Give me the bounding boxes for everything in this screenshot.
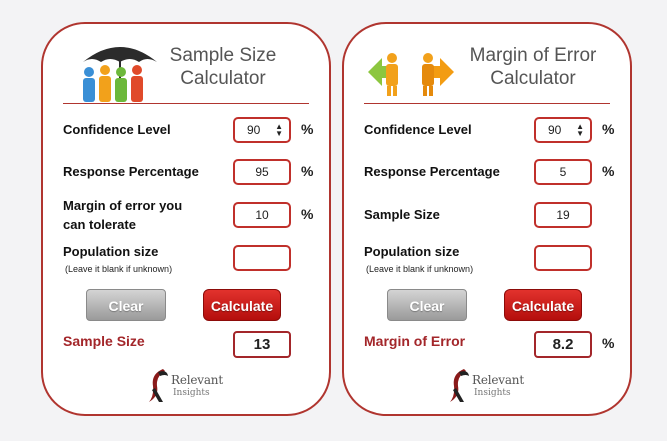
percent-sign: %: [301, 121, 314, 137]
title-line1: Sample Size: [169, 45, 277, 66]
relevant-insights-logo: Relevant Insights: [444, 366, 544, 406]
divider: [63, 103, 309, 104]
confidence-level-value: 90: [548, 123, 562, 137]
sample-size-input[interactable]: [534, 202, 592, 228]
logo-subtext: Insights: [173, 388, 210, 398]
logo-text: Relevant: [171, 373, 223, 387]
logo-swoosh-icon: [149, 369, 168, 402]
percent-sign: %: [301, 206, 314, 222]
sample-size-title: Sample Size Calculator: [143, 44, 303, 90]
calculate-button[interactable]: Calculate: [504, 289, 582, 321]
logo-swoosh-icon: [450, 369, 469, 402]
title-line2: Calculator: [180, 68, 266, 89]
divider: [364, 103, 610, 104]
margin-of-error-label-line2: can tolerate: [63, 217, 136, 232]
sample-size-label: Sample Size: [364, 207, 440, 222]
stepper-arrows-icon: ▲ ▼: [275, 122, 283, 138]
sample-size-result-value: 13: [233, 331, 291, 358]
margin-of-error-header: Margin of Error Calculator: [344, 24, 630, 104]
stepper-arrows-icon: ▲ ▼: [576, 122, 584, 138]
margin-of-error-result-label: Margin of Error: [364, 333, 466, 349]
population-size-input[interactable]: [534, 245, 592, 271]
title-line1: Margin of Error: [469, 45, 597, 66]
percent-sign: %: [602, 335, 615, 351]
calculate-button[interactable]: Calculate: [203, 289, 281, 321]
arrows-person-icon: [368, 53, 454, 96]
population-size-input[interactable]: [233, 245, 291, 271]
margin-of-error-input[interactable]: [233, 202, 291, 228]
logo-text: Relevant: [472, 373, 524, 387]
population-size-label: Population size: [63, 244, 159, 259]
population-size-note: (Leave it blank if unknown): [366, 264, 474, 274]
margin-of-error-title: Margin of Error Calculator: [458, 44, 608, 90]
confidence-level-select[interactable]: 90 ▲ ▼: [534, 117, 592, 143]
percent-sign: %: [602, 121, 615, 137]
confidence-level-select[interactable]: 90 ▲ ▼: [233, 117, 291, 143]
sample-size-result-label: Sample Size: [63, 333, 145, 349]
response-percentage-input[interactable]: [534, 159, 592, 185]
title-line2: Calculator: [490, 68, 576, 89]
response-percentage-input[interactable]: [233, 159, 291, 185]
percent-sign: %: [301, 163, 314, 179]
clear-button[interactable]: Clear: [387, 289, 467, 321]
relevant-insights-logo: Relevant Insights: [143, 366, 243, 406]
sample-size-header: Sample Size Calculator: [43, 24, 329, 104]
logo-subtext: Insights: [474, 388, 511, 398]
confidence-level-label: Confidence Level: [63, 122, 171, 137]
population-size-note: (Leave it blank if unknown): [65, 264, 173, 274]
confidence-level-label: Confidence Level: [364, 122, 472, 137]
margin-of-error-label-line1: Margin of error you: [63, 198, 183, 213]
response-percentage-label: Response Percentage: [63, 164, 199, 179]
margin-of-error-calculator: Margin of Error Calculator Confidence Le…: [342, 22, 632, 416]
clear-button[interactable]: Clear: [86, 289, 166, 321]
sample-size-calculator: Sample Size Calculator Confidence Level …: [41, 22, 331, 416]
population-size-label: Population size: [364, 244, 460, 259]
confidence-level-value: 90: [247, 123, 261, 137]
percent-sign: %: [602, 163, 615, 179]
response-percentage-label: Response Percentage: [364, 164, 500, 179]
margin-of-error-result-value: 8.2: [534, 331, 592, 358]
